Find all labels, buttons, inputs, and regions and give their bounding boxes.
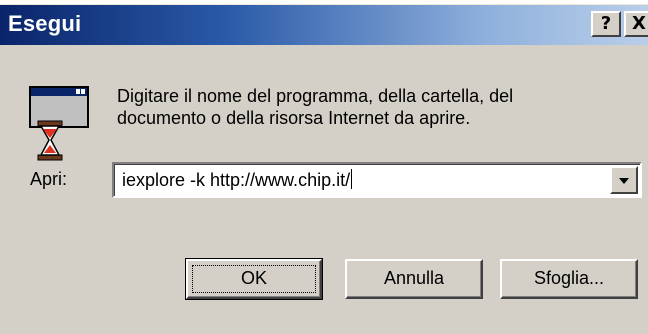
browse-button-label: Sfoglia... xyxy=(533,268,605,288)
text-caret xyxy=(351,169,353,189)
cancel-button[interactable]: Annulla xyxy=(345,259,483,299)
open-combobox[interactable]: iexplore -k http://www.chip.it/ xyxy=(112,162,642,198)
dropdown-button[interactable] xyxy=(610,166,638,194)
help-button[interactable]: ? xyxy=(591,11,621,37)
run-program-icon xyxy=(29,86,89,161)
close-button[interactable]: X xyxy=(624,11,648,37)
window-title: Esegui xyxy=(8,11,82,36)
title-bar[interactable]: Esegui ? X xyxy=(0,5,648,45)
ok-button[interactable]: OK xyxy=(185,258,323,300)
ok-button-label: OK xyxy=(240,268,267,288)
cancel-button-label: Annulla xyxy=(383,268,445,288)
browse-button[interactable]: Sfoglia... xyxy=(500,259,638,299)
open-input[interactable]: iexplore -k http://www.chip.it/ xyxy=(122,169,353,191)
open-input-value: iexplore -k http://www.chip.it/ xyxy=(122,170,351,190)
description-line-2: documento o della risorsa Internet da ap… xyxy=(117,108,471,128)
chevron-down-icon xyxy=(619,178,629,184)
description-line-1: Digitare il nome del programma, della ca… xyxy=(117,86,514,106)
open-label: Apri: xyxy=(30,169,68,189)
dialog-description: Digitare il nome del programma, della ca… xyxy=(117,85,617,129)
run-dialog: Esegui ? X Digitare il nome del programm… xyxy=(0,4,648,334)
